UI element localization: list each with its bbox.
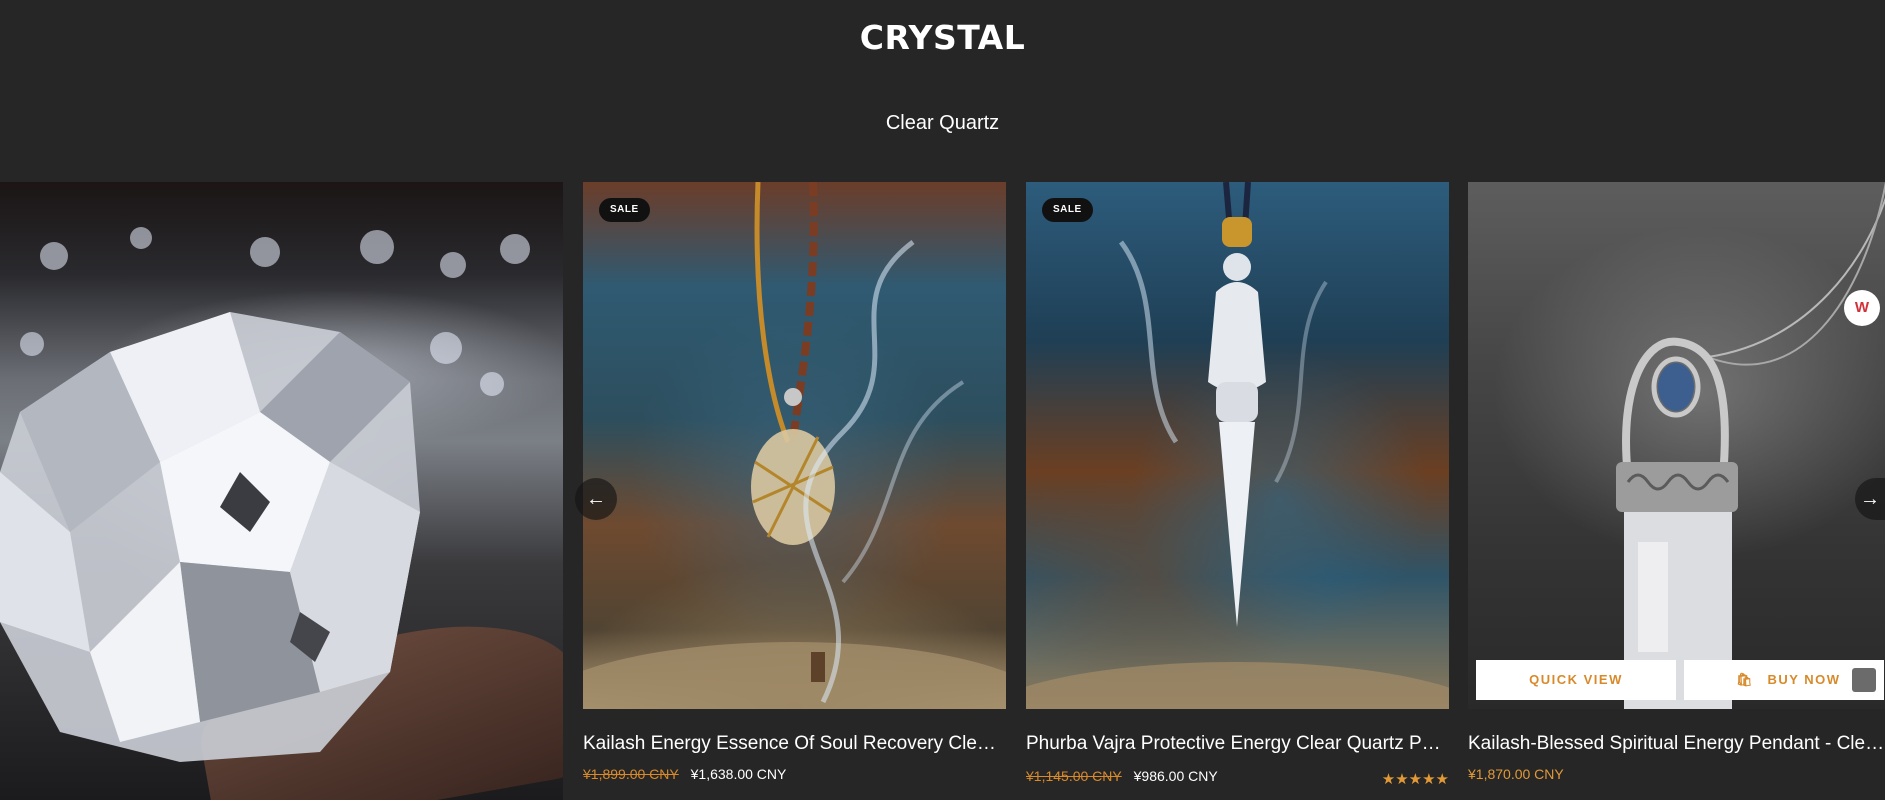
product-card[interactable]: SALE Phurba Vajra Protective Energy Clea…	[1026, 182, 1449, 788]
product-card[interactable]: W QUICK VIEW 🛍 BUY NOW Kailash-Blessed S…	[1468, 182, 1885, 782]
price-row: ¥1,899.00 CNY ¥1,638.00 CNY	[583, 766, 1006, 782]
sale-price: ¥1,638.00 CNY	[690, 766, 787, 782]
buy-now-button[interactable]: 🛍 BUY NOW	[1684, 660, 1884, 700]
rating-stars: ★★★★★	[1381, 771, 1449, 788]
compare-at-price: ¥1,145.00 CNY	[1026, 768, 1122, 784]
price: ¥1,870.00 CNY	[1468, 766, 1564, 782]
sale-badge: SALE	[1042, 198, 1093, 222]
quartz-crystal-illustration	[0, 312, 420, 762]
sale-badge: SALE	[599, 198, 650, 222]
product-image[interactable]: SALE	[583, 182, 1006, 709]
product-card[interactable]: SALE Kailash Energy Essence Of Soul Reco…	[583, 182, 1006, 782]
grid-icon	[1852, 668, 1876, 692]
arrow-right-icon: →	[1860, 488, 1880, 510]
product-image[interactable]: SALE	[1026, 182, 1449, 709]
sale-price: ¥986.00 CNY	[1133, 768, 1218, 784]
bag-icon: 🛍	[1736, 672, 1755, 687]
hero-image-clear-quartz	[0, 182, 563, 800]
section-subheading: Clear Quartz	[885, 112, 1000, 134]
arrow-left-icon: ←	[586, 488, 606, 510]
quick-view-button[interactable]: QUICK VIEW	[1476, 660, 1676, 700]
product-title[interactable]: Phurba Vajra Protective Energy Clear Qua…	[1026, 733, 1449, 755]
price-row: ¥1,870.00 CNY	[1468, 766, 1885, 782]
compare-at-price: ¥1,899.00 CNY	[583, 766, 679, 782]
wishlist-button[interactable]: W	[1844, 290, 1880, 326]
product-image[interactable]: W QUICK VIEW 🛍 BUY NOW	[1468, 182, 1885, 709]
carousel-prev-button[interactable]: ←	[575, 478, 617, 520]
product-title[interactable]: Kailash-Blessed Spiritual Energy Pendant…	[1468, 733, 1885, 755]
product-title[interactable]: Kailash Energy Essence Of Soul Recovery …	[583, 733, 1006, 755]
buy-now-label: BUY NOW	[1767, 672, 1841, 687]
section-heading: CRYSTAL	[859, 18, 1026, 57]
